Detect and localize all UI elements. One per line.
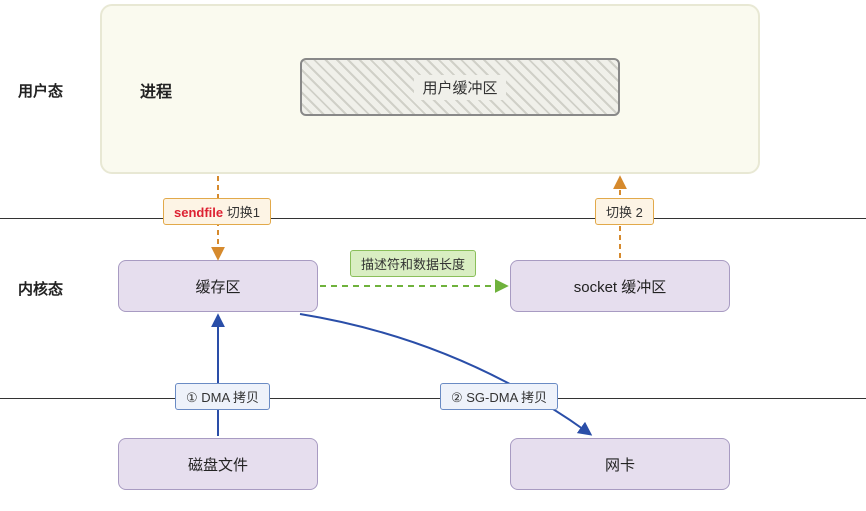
label-switch1-prefix: sendfile bbox=[174, 205, 223, 220]
label-dma: ① DMA 拷贝 bbox=[175, 383, 270, 410]
node-socket-buf: socket 缓冲区 bbox=[510, 260, 730, 312]
node-disk: 磁盘文件 bbox=[118, 438, 318, 490]
label-switch2: 切换 2 bbox=[595, 198, 654, 225]
node-nic-label: 网卡 bbox=[605, 454, 635, 475]
node-nic: 网卡 bbox=[510, 438, 730, 490]
layer-label-kernel: 内核态 bbox=[18, 278, 63, 299]
label-switch1: sendfile 切换1 bbox=[163, 198, 271, 225]
process-label: 进程 bbox=[140, 78, 172, 102]
user-buffer-label: 用户缓冲区 bbox=[414, 75, 505, 100]
layer-label-user: 用户态 bbox=[18, 80, 63, 101]
label-desc-len: 描述符和数据长度 bbox=[350, 250, 476, 277]
node-cache: 缓存区 bbox=[118, 260, 318, 312]
node-disk-label: 磁盘文件 bbox=[188, 454, 248, 475]
node-socket-buf-label: socket 缓冲区 bbox=[574, 276, 667, 297]
hline-bottom bbox=[0, 398, 866, 399]
hline-top bbox=[0, 218, 866, 219]
node-cache-label: 缓存区 bbox=[195, 276, 240, 297]
user-buffer-box: 用户缓冲区 bbox=[300, 58, 620, 116]
label-sgdma: ② SG-DMA 拷贝 bbox=[440, 383, 558, 410]
label-switch1-suffix: 切换1 bbox=[223, 205, 260, 220]
